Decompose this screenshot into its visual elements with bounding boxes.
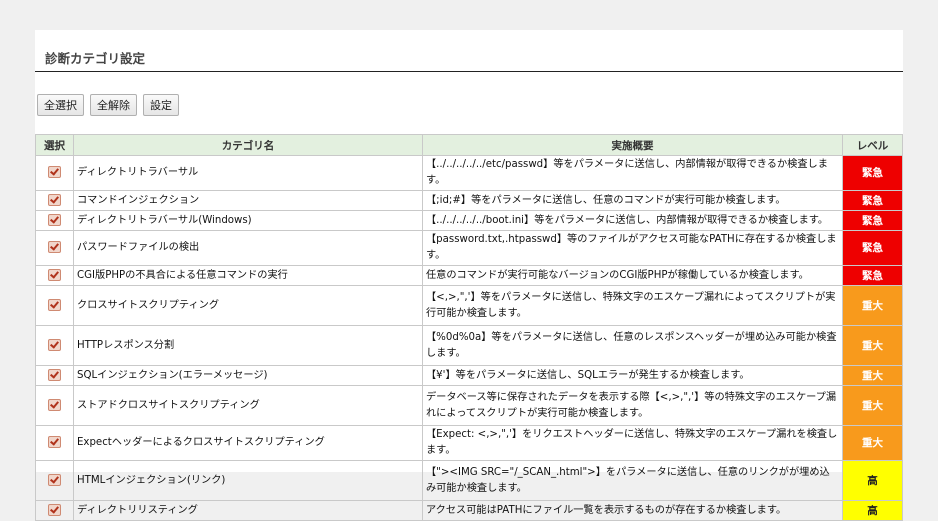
table-row: HTTPレスポンス分割 【%0d%0a】等をパラメータに送信し、任意のレスポンスヘ…: [35, 325, 903, 366]
summary-cell: 任意のコマンドが実行可能なバージョンのCGI版PHPが稼働しているか検査します。: [422, 265, 843, 286]
level-badge: 高: [842, 500, 903, 521]
title-divider: [35, 71, 903, 72]
summary-cell: 【../../../../../boot.ini】等をパラメータに送信し、内部情…: [422, 210, 843, 231]
summary-column-header: 実施概要: [422, 134, 843, 156]
select-cell: [35, 385, 74, 426]
level-badge: 緊急: [842, 230, 903, 266]
checkbox-checked-icon[interactable]: [48, 298, 61, 311]
page-title: 診断カテゴリ設定: [45, 51, 146, 66]
level-badge: 重大: [842, 285, 903, 326]
select-cell: [35, 325, 74, 366]
checkbox-checked-icon[interactable]: [48, 436, 61, 448]
category-name-cell: ストアドクロスサイトスクリプティング: [73, 385, 423, 426]
table-body: ディレクトリトラバーサル 【../../../../../etc/passwd】等…: [35, 155, 903, 521]
summary-cell: 【Expect: <,>,",'】をリクエストヘッダーに送信し、特殊文字のエスケ…: [422, 425, 843, 461]
category-name-cell: ディレクトリトラバーサル(Windows): [73, 210, 423, 231]
table-row: ディレクトリトラバーサル(Windows) 【../../../../../boo…: [35, 210, 903, 231]
level-badge: 重大: [842, 365, 903, 386]
checkbox-checked-icon[interactable]: [48, 241, 61, 253]
checkbox-checked-icon[interactable]: [48, 166, 61, 178]
select-all-button[interactable]: 全選択: [37, 94, 84, 116]
summary-cell: 【¥'】等をパラメータに送信し、SQLエラーが発生するか検査します。: [422, 365, 843, 386]
table-row: ストアドクロスサイトスクリプティング データベース等に保存されたデータを表示する際…: [35, 385, 903, 426]
checkbox-checked-icon[interactable]: [48, 193, 61, 206]
table-row: ディレクトリリスティング アクセス可能はPATHにファイル一覧を表示するものが存在…: [35, 500, 903, 521]
checkbox-checked-icon[interactable]: [48, 473, 61, 486]
table-row: CGI版PHPの不具合による任意コマンドの実行 任意のコマンドが実行可能なバージョ…: [35, 265, 903, 286]
level-badge: 緊急: [842, 155, 903, 191]
checkbox-checked-icon[interactable]: [48, 398, 61, 411]
summary-cell: 【"><IMG SRC="/_SCAN_.html">】をパラメータに送信し、任…: [422, 460, 843, 501]
select-cell: [35, 500, 74, 521]
table-row: HTMLインジェクション(リンク) 【"><IMG SRC="/_SCAN_.ht…: [35, 460, 903, 501]
table-row: コマンドインジェクション 【;id;#】等をパラメータに送信し、任意のコマンドが実…: [35, 190, 903, 211]
category-name-cell: ディレクトリリスティング: [73, 500, 423, 521]
level-badge: 重大: [842, 385, 903, 426]
select-cell: [35, 210, 74, 231]
deselect-all-button[interactable]: 全解除: [90, 94, 137, 116]
category-name-cell: コマンドインジェクション: [73, 190, 423, 211]
table-header-row: 選択 カテゴリ名 実施概要 レベル: [35, 134, 903, 156]
level-badge: 緊急: [842, 190, 903, 211]
checkbox-checked-icon[interactable]: [48, 268, 61, 281]
summary-cell: 【;id;#】等をパラメータに送信し、任意のコマンドが実行可能か検査します。: [422, 190, 843, 211]
level-badge: 緊急: [842, 210, 903, 231]
table-row: SQLインジェクション(エラーメッセージ) 【¥'】等をパラメータに送信し、SQL…: [35, 365, 903, 386]
table-row: パスワードファイルの検出 【password.txt,.htpasswd】等のファ…: [35, 230, 903, 266]
checkbox-checked-icon[interactable]: [48, 368, 61, 381]
select-cell: [35, 230, 74, 266]
settings-panel: 診断カテゴリ設定 全選択 全解除 設定 選択 カテゴリ名 実施概要 レベル ディ…: [35, 30, 903, 521]
category-name-cell: CGI版PHPの不具合による任意コマンドの実行: [73, 265, 423, 286]
category-name-cell: Expectヘッダーによるクロスサイトスクリプティング: [73, 425, 423, 461]
summary-cell: 【%0d%0a】等をパラメータに送信し、任意のレスポンスヘッダーが埋め込み可能か…: [422, 325, 843, 366]
summary-cell: アクセス可能はPATHにファイル一覧を表示するものが存在するか検査します。: [422, 500, 843, 521]
category-name-cell: パスワードファイルの検出: [73, 230, 423, 266]
select-cell: [35, 285, 74, 326]
category-name-cell: クロスサイトスクリプティング: [73, 285, 423, 326]
select-cell: [35, 425, 74, 461]
summary-cell: 【password.txt,.htpasswd】等のファイルがアクセス可能なPA…: [422, 230, 843, 266]
select-cell: [35, 190, 74, 211]
select-column-header: 選択: [35, 134, 74, 156]
table-row: ディレクトリトラバーサル 【../../../../../etc/passwd】等…: [35, 155, 903, 191]
category-name-cell: HTTPレスポンス分割: [73, 325, 423, 366]
level-badge: 高: [842, 460, 903, 501]
table-row: クロスサイトスクリプティング 【<,>,",'】等をパラメータに送信し、特殊文字の…: [35, 285, 903, 326]
select-cell: [35, 460, 74, 501]
select-cell: [35, 365, 74, 386]
category-table: 選択 カテゴリ名 実施概要 レベル ディレクトリトラバーサル 【../../../…: [35, 134, 903, 521]
select-cell: [35, 155, 74, 191]
checkbox-checked-icon[interactable]: [48, 338, 61, 351]
level-column-header: レベル: [842, 134, 903, 156]
checkbox-checked-icon[interactable]: [48, 503, 61, 516]
summary-cell: 【<,>,",'】等をパラメータに送信し、特殊文字のエスケープ漏れによってスクリ…: [422, 285, 843, 326]
summary-cell: 【../../../../../etc/passwd】等をパラメータに送信し、内…: [422, 155, 843, 191]
select-cell: [35, 265, 74, 286]
level-badge: 重大: [842, 425, 903, 461]
settings-button[interactable]: 設定: [143, 94, 179, 116]
checkbox-checked-icon[interactable]: [48, 213, 61, 226]
level-badge: 緊急: [842, 265, 903, 286]
button-bar: 全選択 全解除 設定: [37, 94, 179, 116]
table-row: Expectヘッダーによるクロスサイトスクリプティング 【Expect: <,>,…: [35, 425, 903, 461]
category-name-cell: HTMLインジェクション(リンク): [73, 460, 423, 501]
summary-cell: データベース等に保存されたデータを表示する際【<,>,",'】等の特殊文字のエス…: [422, 385, 843, 426]
level-badge: 重大: [842, 325, 903, 366]
category-column-header: カテゴリ名: [73, 134, 423, 156]
category-name-cell: SQLインジェクション(エラーメッセージ): [73, 365, 423, 386]
category-name-cell: ディレクトリトラバーサル: [73, 155, 423, 191]
